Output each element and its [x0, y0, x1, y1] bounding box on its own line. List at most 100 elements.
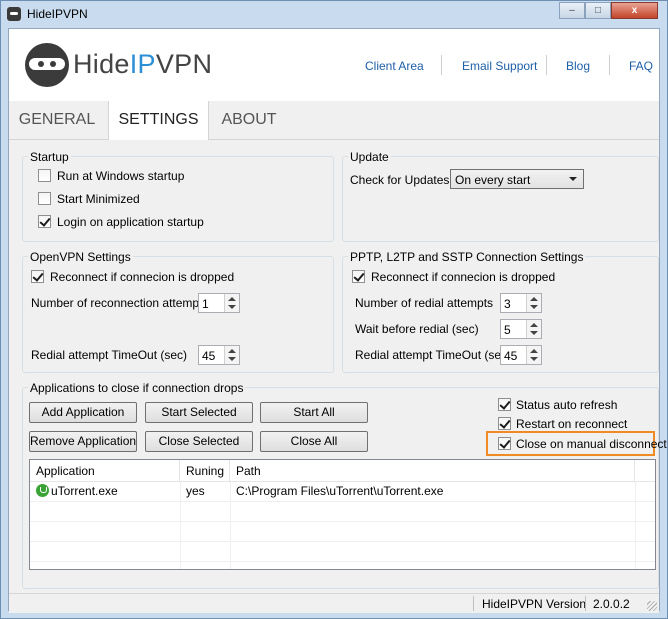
stepper-arrows[interactable] — [526, 294, 541, 312]
cell-path: C:\Program Files\uTorrent\uTorrent.exe — [236, 484, 444, 498]
arrow-up-icon[interactable] — [530, 297, 538, 301]
add-application-button[interactable]: Add Application — [29, 402, 137, 423]
openvpn-attempts-value: 1 — [202, 297, 209, 311]
status-auto-refresh-checkbox[interactable] — [498, 398, 511, 411]
maximize-button[interactable]: □ — [585, 2, 611, 19]
startup-group-title: Startup — [28, 150, 71, 164]
version-value: 2.0.0.2 — [593, 597, 630, 611]
link-separator — [609, 55, 610, 75]
arrow-down-icon[interactable] — [530, 305, 538, 309]
column-header-application[interactable]: Application — [30, 460, 180, 482]
stepper-arrows[interactable] — [224, 294, 239, 312]
email-support-link[interactable]: Email Support — [462, 59, 537, 73]
openvpn-timeout-value: 45 — [202, 349, 216, 363]
arrow-up-icon[interactable] — [228, 297, 236, 301]
column-gridline — [230, 482, 231, 569]
blog-link[interactable]: Blog — [566, 59, 590, 73]
run-at-startup-checkbox[interactable] — [38, 169, 51, 182]
pptp-reconnect-checkbox[interactable] — [352, 270, 365, 283]
table-row-empty — [30, 542, 655, 562]
version-label: HideIPVPN Version — [482, 597, 587, 611]
status-separator — [585, 596, 586, 611]
client-area: HideIPVPN Client Area Email Support Blog… — [8, 28, 667, 613]
utorrent-icon — [36, 484, 49, 497]
login-on-startup-checkbox[interactable] — [38, 215, 51, 228]
faq-link[interactable]: FAQ — [629, 59, 653, 73]
run-at-startup-label: Run at Windows startup — [57, 169, 185, 183]
title-bar[interactable]: HideIPVPN – □ x — [1, 1, 667, 27]
openvpn-timeout-label: Redial attempt TimeOut (sec) — [31, 348, 188, 362]
column-header-path[interactable]: Path — [230, 460, 635, 482]
close-selected-button[interactable]: Close Selected — [145, 431, 253, 452]
pptp-wait-value: 5 — [504, 323, 511, 337]
stepper-arrows[interactable] — [224, 346, 239, 364]
pptp-attempts-label: Number of redial attempts — [355, 296, 494, 310]
logo-ninja-icon — [25, 43, 69, 87]
stepper-arrows[interactable] — [526, 346, 541, 364]
arrow-down-icon[interactable] — [530, 357, 538, 361]
start-selected-button[interactable]: Start Selected — [145, 402, 253, 423]
arrow-up-icon[interactable] — [530, 349, 538, 353]
arrow-up-icon[interactable] — [530, 323, 538, 327]
apps-group-title: Applications to close if connection drop… — [28, 381, 246, 395]
update-frequency-select[interactable]: On every start — [450, 169, 584, 189]
pptp-attempts-stepper[interactable]: 3 — [500, 293, 542, 313]
arrow-down-icon[interactable] — [228, 305, 236, 309]
column-gridline — [180, 482, 181, 569]
close-button[interactable]: x — [611, 2, 658, 19]
column-header-running[interactable]: Runing — [180, 460, 230, 482]
tab-general[interactable]: GENERAL — [9, 101, 105, 139]
resize-grip-icon[interactable] — [647, 601, 657, 611]
applications-table[interactable]: Application Runing Path uTorrent.exe yes… — [29, 459, 656, 570]
restart-on-reconnect-checkbox[interactable] — [498, 417, 511, 430]
close-on-manual-disconnect-label: Close on manual disconnect — [516, 437, 667, 451]
openvpn-group-title: OpenVPN Settings — [28, 250, 133, 264]
restart-on-reconnect-label: Restart on reconnect — [516, 417, 628, 431]
table-row-empty — [30, 522, 655, 542]
window-title: HideIPVPN — [27, 7, 88, 21]
pptp-timeout-label: Redial attempt TimeOut (sec) — [355, 348, 512, 362]
cell-running: yes — [186, 484, 205, 498]
pptp-attempts-value: 3 — [504, 297, 511, 311]
pptp-timeout-value: 45 — [504, 349, 518, 363]
header: HideIPVPN Client Area Email Support Blog… — [9, 29, 659, 101]
openvpn-reconnect-label: Reconnect if connecion is dropped — [50, 270, 235, 284]
logo-text: HideIPVPN — [73, 49, 213, 79]
openvpn-attempts-label: Number of reconnection attempts — [31, 296, 209, 310]
status-separator — [473, 596, 474, 611]
minimize-button[interactable]: – — [559, 2, 585, 19]
link-separator — [546, 55, 547, 75]
table-row[interactable]: uTorrent.exe yes C:\Program Files\uTorre… — [30, 482, 655, 502]
arrow-down-icon[interactable] — [228, 357, 236, 361]
remove-application-button[interactable]: Remove Application — [29, 431, 137, 452]
arrow-up-icon[interactable] — [228, 349, 236, 353]
openvpn-timeout-stepper[interactable]: 45 — [198, 345, 240, 365]
cell-application: uTorrent.exe — [30, 482, 180, 501]
column-header-filler — [635, 460, 655, 482]
table-row-empty — [30, 502, 655, 522]
openvpn-reconnect-checkbox[interactable] — [31, 270, 44, 283]
close-all-button[interactable]: Close All — [260, 431, 368, 452]
tab-about[interactable]: ABOUT — [209, 101, 289, 139]
start-minimized-label: Start Minimized — [57, 192, 140, 206]
update-group-title: Update — [348, 150, 391, 164]
column-gridline — [635, 482, 636, 569]
arrow-down-icon[interactable] — [530, 331, 538, 335]
chevron-down-icon — [569, 177, 577, 181]
stepper-arrows[interactable] — [526, 320, 541, 338]
app-icon — [7, 7, 21, 21]
close-on-manual-disconnect-checkbox[interactable] — [498, 437, 511, 450]
client-area-link[interactable]: Client Area — [365, 59, 424, 73]
pptp-wait-stepper[interactable]: 5 — [500, 319, 542, 339]
start-minimized-checkbox[interactable] — [38, 192, 51, 205]
pptp-timeout-stepper[interactable]: 45 — [500, 345, 542, 365]
cell-application-text: uTorrent.exe — [51, 484, 118, 498]
start-all-button[interactable]: Start All — [260, 402, 368, 423]
pptp-wait-label: Wait before redial (sec) — [355, 322, 479, 336]
app-window: HideIPVPN – □ x HideIPVPN Client Area Em… — [0, 0, 668, 619]
link-separator — [441, 55, 442, 75]
openvpn-attempts-stepper[interactable]: 1 — [198, 293, 240, 313]
update-frequency-value: On every start — [455, 173, 531, 187]
tab-settings[interactable]: SETTINGS — [108, 101, 209, 140]
status-auto-refresh-label: Status auto refresh — [516, 398, 618, 412]
